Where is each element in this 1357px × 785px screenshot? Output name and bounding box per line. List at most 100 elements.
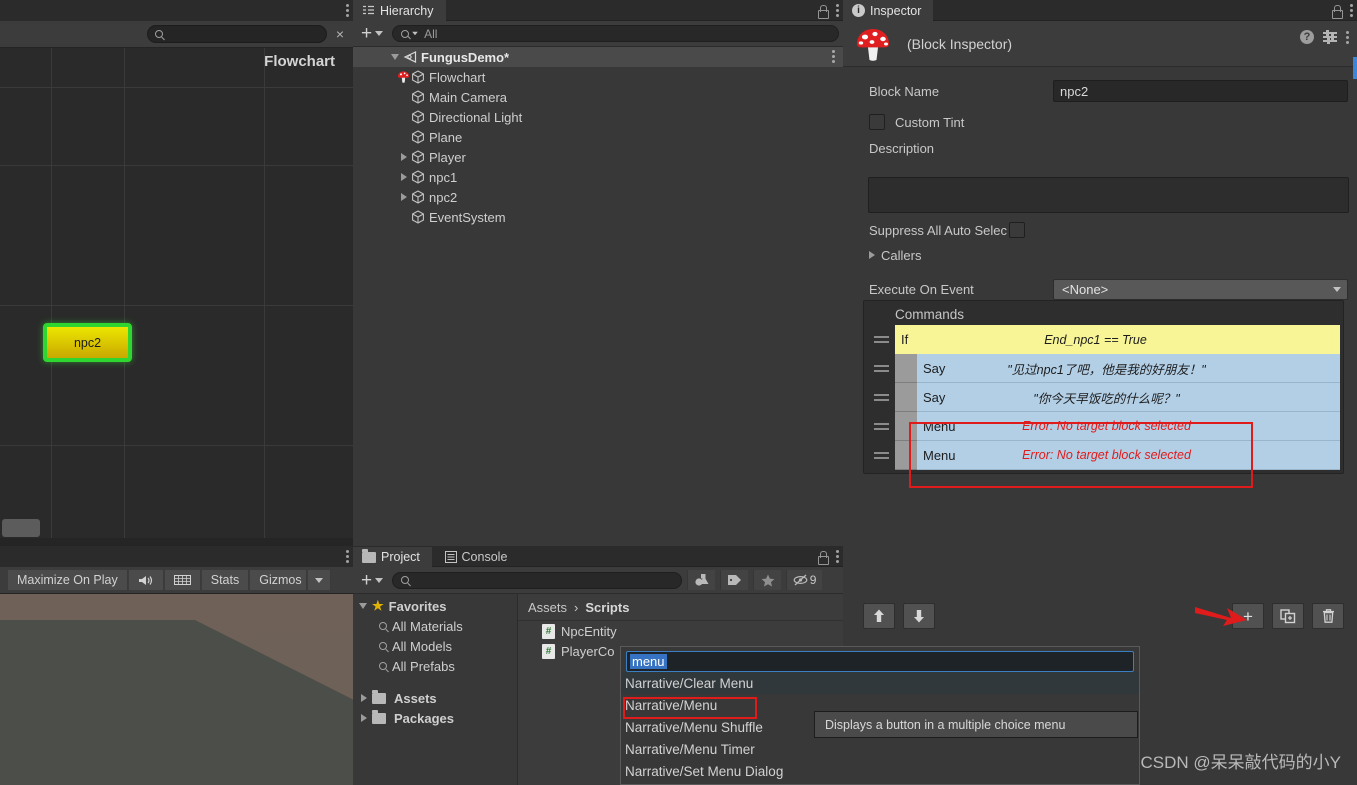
flowchart-canvas[interactable]: Flowchart npc2 (0, 48, 353, 546)
flowchart-options-kebab-icon[interactable] (346, 4, 349, 17)
project-tabbar: Project Console (353, 546, 843, 568)
command-drag-handle[interactable] (867, 383, 895, 412)
asset-type-filter-icon[interactable] (687, 570, 716, 590)
lock-icon[interactable] (817, 4, 829, 19)
tab-inspector[interactable]: i Inspector (843, 0, 934, 21)
description-textarea[interactable] (868, 177, 1349, 213)
command-row-1[interactable]: Say "见过npc1了吧，他是我的好朋友！" (867, 354, 1340, 383)
project-favorite-all-materials[interactable]: All Materials (353, 616, 517, 636)
project-folder-items[interactable]: Assets Packages (353, 688, 517, 728)
preset-icon[interactable] (1323, 30, 1337, 44)
duplicate-command-button[interactable] (1272, 603, 1304, 629)
command-drag-handle[interactable] (867, 354, 895, 383)
chevron-right-icon[interactable] (401, 173, 407, 181)
commands-header: Commands (895, 307, 965, 322)
command-type-option-0[interactable]: Narrative/Clear Menu (621, 672, 1139, 694)
lock-icon[interactable] (1331, 4, 1343, 19)
game-gizmos-dropdown-button[interactable] (307, 570, 331, 590)
chevron-right-icon[interactable] (401, 153, 407, 161)
project-options-kebab-icon[interactable] (836, 550, 839, 563)
hierarchy-row-npc2[interactable]: npc2 (353, 187, 843, 207)
game-options-kebab-icon[interactable] (346, 550, 349, 563)
label-filter-icon[interactable] (720, 570, 749, 590)
help-icon[interactable]: ? (1300, 30, 1314, 44)
command-body[interactable]: Menu Error: No target block selected (917, 441, 1296, 470)
hierarchy-row-plane[interactable]: Plane (353, 127, 843, 147)
hierarchy-search-input[interactable]: All (392, 25, 839, 42)
project-search-input[interactable] (392, 571, 683, 589)
scene-context-kebab-icon[interactable] (832, 50, 835, 63)
command-row-2[interactable]: Say "你今天早饭吃的什么呢？" (867, 383, 1340, 412)
fungus-mushroom-icon (397, 71, 410, 83)
flowchart-block-npc2[interactable]: npc2 (43, 323, 132, 362)
project-favorites-items[interactable]: All Materials All Models All Prefabs (353, 616, 517, 676)
hierarchy-options-kebab-icon[interactable] (836, 4, 839, 17)
execute-on-event-dropdown[interactable]: <None> (1053, 278, 1348, 300)
tab-project[interactable]: Project (353, 546, 432, 568)
game-stats-button[interactable]: Stats (201, 570, 250, 590)
hierarchy-row-maincamera[interactable]: Main Camera (353, 87, 843, 107)
delete-command-button[interactable] (1312, 603, 1344, 629)
move-up-button[interactable] (863, 603, 895, 629)
inspector-options-kebab-icon[interactable] (1350, 4, 1353, 17)
command-row-3[interactable]: Menu Error: No target block selected (867, 412, 1340, 441)
move-down-button[interactable] (903, 603, 935, 629)
command-type-option-3[interactable]: Narrative/Menu Timer (621, 738, 1139, 760)
project-folder-assets[interactable]: Assets (353, 688, 517, 708)
command-type-option-4[interactable]: Narrative/Set Menu Dialog (621, 760, 1139, 782)
command-drag-handle[interactable] (867, 325, 895, 354)
project-favorite-all-prefabs[interactable]: All Prefabs (353, 656, 517, 676)
command-drag-handle[interactable] (867, 441, 895, 470)
hierarchy-row-player[interactable]: Player (353, 147, 843, 167)
inspector-component-kebab-icon[interactable] (1346, 30, 1349, 44)
breadcrumb[interactable]: Assets › Scripts (518, 594, 843, 621)
maximize-on-play-button[interactable]: Maximize On Play (8, 570, 128, 590)
flowchart-search-input[interactable] (146, 25, 327, 43)
project-favorites-group[interactable]: ★ Favorites (353, 596, 517, 616)
hidden-packages-icon[interactable]: 9 (786, 570, 823, 590)
command-body[interactable]: Menu Error: No target block selected (917, 412, 1296, 441)
favorite-filter-icon[interactable] (753, 570, 782, 590)
chevron-down-icon[interactable] (391, 54, 399, 60)
callers-foldout-row[interactable]: Callers (843, 243, 929, 267)
hierarchy-create-button[interactable]: + (357, 24, 387, 43)
custom-tint-checkbox[interactable] (869, 114, 885, 130)
cs-script-icon: # (542, 643, 555, 659)
hierarchy-row-directionallight[interactable]: Directional Light (353, 107, 843, 127)
project-folder-packages[interactable]: Packages (353, 708, 517, 728)
chevron-right-icon[interactable] (401, 193, 407, 201)
breadcrumb-segment-0[interactable]: Assets (528, 600, 567, 615)
chevron-right-icon[interactable] (361, 714, 367, 722)
block-name-input[interactable]: npc2 (1053, 80, 1348, 102)
suppress-auto-select-checkbox[interactable] (1009, 222, 1026, 238)
hierarchy-row-npc1[interactable]: npc1 (353, 167, 843, 187)
breadcrumb-segment-1[interactable]: Scripts (585, 600, 629, 615)
command-body[interactable]: Say "见过npc1了吧，他是我的好朋友！" (917, 354, 1296, 383)
command-drag-handle[interactable] (867, 412, 895, 441)
game-stats-grid-button[interactable] (164, 570, 201, 590)
command-body[interactable]: If End_npc1 == True (895, 325, 1296, 354)
flowchart-search-clear-icon[interactable]: × (333, 27, 347, 41)
command-type-search-input[interactable]: menu (626, 651, 1134, 672)
project-asset-npcentity[interactable]: # NpcEntity (518, 621, 843, 641)
tab-hierarchy[interactable]: Hierarchy (353, 0, 446, 21)
tab-console[interactable]: Console (436, 546, 520, 567)
project-create-button[interactable]: + (357, 571, 387, 590)
project-favorite-all-models[interactable]: All Models (353, 636, 517, 656)
hierarchy-row-flowchart[interactable]: Flowchart (353, 67, 843, 87)
hierarchy-row-fungusdemo[interactable]: FungusDemo* (353, 47, 843, 67)
lock-icon[interactable] (817, 550, 829, 565)
command-row-0[interactable]: If End_npc1 == True (867, 325, 1340, 354)
flowchart-hscroll-thumb[interactable] (2, 519, 40, 537)
hierarchy-row-eventsystem[interactable]: EventSystem (353, 207, 843, 227)
hierarchy-tree[interactable]: FungusDemo* Flowchart Main Camera Direction… (353, 47, 843, 227)
commands-rows[interactable]: If End_npc1 == True Say "见过npc1了吧，他是我的好朋友！"… (867, 325, 1340, 470)
project-tree[interactable]: ★ Favorites All Materials All Models All P… (353, 594, 518, 785)
command-row-4[interactable]: Menu Error: No target block selected (867, 441, 1340, 470)
game-gizmos-button[interactable]: Gizmos (250, 570, 307, 590)
mute-audio-button[interactable] (128, 570, 164, 590)
game-render-view[interactable] (0, 594, 353, 785)
inspector-scrollbar-thumb[interactable] (1353, 57, 1357, 79)
command-body[interactable]: Say "你今天早饭吃的什么呢？" (917, 383, 1296, 412)
chevron-right-icon[interactable] (361, 694, 367, 702)
